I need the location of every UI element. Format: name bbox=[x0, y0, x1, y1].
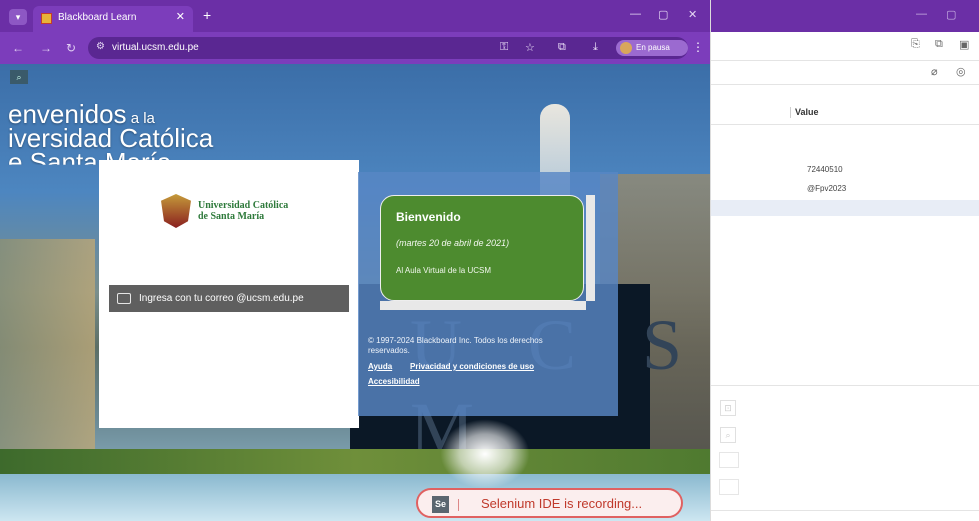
blackboard-login-page: U C S M ⌕ envenidos a la iversidad Catól… bbox=[0, 64, 710, 521]
target-picker-icon[interactable]: ⊡ bbox=[720, 400, 736, 416]
profile-status-text: En pausa bbox=[636, 43, 670, 52]
university-name: Universidad Católica de Santa María bbox=[198, 200, 348, 222]
save-project-icon[interactable]: ▣ bbox=[959, 38, 969, 51]
id-card-icon bbox=[117, 293, 131, 304]
table-row-value[interactable]: @Fpv2023 bbox=[807, 184, 846, 193]
table-row-selected[interactable] bbox=[711, 200, 979, 216]
selenium-logo-icon: Se bbox=[432, 496, 449, 513]
avatar bbox=[620, 42, 632, 54]
page-search-icon[interactable]: ⌕ bbox=[10, 70, 28, 84]
bookmark-star-icon[interactable]: ☆ bbox=[525, 41, 535, 54]
help-link[interactable]: Ayuda bbox=[368, 362, 392, 371]
announcement-title: Bienvenido bbox=[396, 210, 461, 224]
command-editor-divider bbox=[711, 385, 979, 386]
value-input[interactable] bbox=[719, 452, 739, 468]
selenium-recording-indicator[interactable]: Se Selenium IDE is recording... bbox=[416, 488, 683, 518]
toolbar-divider bbox=[711, 60, 979, 61]
password-key-icon[interactable]: ⚿ bbox=[500, 41, 508, 54]
welcome-heading-line2: iversidad Católica bbox=[8, 123, 214, 153]
announcement-vertical-scrollbar[interactable] bbox=[586, 195, 595, 301]
recording-status-text: Selenium IDE is recording... bbox=[481, 496, 643, 511]
tab-search-icon[interactable]: ▾ bbox=[9, 9, 27, 25]
toolbar-divider-2 bbox=[711, 84, 979, 85]
column-separator bbox=[790, 107, 791, 118]
profile-status-badge[interactable]: En pausa bbox=[616, 40, 688, 56]
tab-bar: ▾ Blackboard Learn ✕ + — ▢ ✕ bbox=[0, 0, 710, 32]
background-building-left bbox=[0, 239, 95, 469]
side-titlebar: — ▢ bbox=[711, 0, 979, 32]
blackboard-favicon-icon bbox=[41, 13, 52, 24]
download-icon[interactable]: ⤓ bbox=[593, 41, 598, 54]
find-target-icon[interactable]: ⌕ bbox=[720, 427, 736, 443]
browser-window: ▾ Blackboard Learn ✕ + — ▢ ✕ ← → ↻ ⚙ vir… bbox=[0, 0, 710, 521]
background-fountain-spray bbox=[440, 419, 530, 489]
login-card: Universidad Católica de Santa María Ingr… bbox=[99, 160, 359, 428]
announcement-body: Al Aula Virtual de la UCSM bbox=[396, 266, 492, 275]
table-row-value[interactable]: 72440510 bbox=[807, 165, 843, 174]
pause-exceptions-icon[interactable]: ◎ bbox=[956, 65, 966, 78]
maximize-icon[interactable]: ▢ bbox=[658, 8, 668, 21]
new-project-icon[interactable]: ⎘ bbox=[911, 38, 920, 51]
accessibility-link[interactable]: Accesibilidad bbox=[368, 377, 420, 386]
site-info-icon[interactable]: ⚙ bbox=[96, 41, 105, 52]
side-minimize-icon[interactable]: — bbox=[916, 8, 927, 20]
university-name-line2: de Santa María bbox=[198, 211, 265, 222]
sso-login-label: Ingresa con tu correo @ucsm.edu.pe bbox=[139, 293, 304, 304]
tab-blackboard[interactable]: Blackboard Learn ✕ bbox=[33, 6, 193, 32]
announcement-date: (martes 20 de abril de 2021) bbox=[396, 238, 510, 248]
toast-separator bbox=[458, 499, 459, 511]
announcement-panel: Bienvenido (martes 20 de abril de 2021) … bbox=[358, 172, 618, 416]
sso-login-button[interactable]: Ingresa con tu correo @ucsm.edu.pe bbox=[109, 285, 349, 312]
university-name-line1: Universidad Católica bbox=[198, 200, 289, 211]
address-bar: ← → ↻ ⚙ virtual.ucsm.edu.pe ⚿ ☆ ⧉ ⤓ En p… bbox=[0, 32, 710, 64]
url-text[interactable]: virtual.ucsm.edu.pe bbox=[112, 42, 199, 53]
url-omnibox[interactable]: ⚙ virtual.ucsm.edu.pe ⚿ ☆ ⧉ ⤓ En pausa ⋮ bbox=[88, 37, 704, 59]
disable-breakpoints-icon[interactable]: ⌀ bbox=[931, 65, 938, 78]
privacy-link[interactable]: Privacidad y condiciones de uso bbox=[410, 362, 534, 371]
tab-title: Blackboard Learn bbox=[58, 12, 137, 23]
close-window-icon[interactable]: ✕ bbox=[688, 8, 697, 21]
selenium-ide-panel: — ▢ ⎘ ⧉ ▣ ⌀ ◎ Value 72440510 @Fpv2023 ⊡ … bbox=[710, 0, 979, 521]
forward-icon[interactable]: → bbox=[40, 41, 52, 55]
announcement-box[interactable]: Bienvenido (martes 20 de abril de 2021) … bbox=[380, 195, 584, 301]
reload-icon[interactable]: ↻ bbox=[66, 41, 76, 55]
side-maximize-icon[interactable]: ▢ bbox=[946, 8, 956, 21]
browser-menu-icon[interactable]: ⋮ bbox=[692, 40, 704, 54]
tab-close-icon[interactable]: ✕ bbox=[176, 10, 185, 23]
value-column-header: Value bbox=[795, 107, 819, 117]
bottom-divider bbox=[711, 510, 979, 511]
open-project-icon[interactable]: ⧉ bbox=[935, 38, 943, 51]
back-icon[interactable]: ← bbox=[12, 41, 24, 55]
extensions-icon[interactable]: ⧉ bbox=[558, 41, 566, 54]
description-input[interactable] bbox=[719, 479, 739, 495]
header-divider bbox=[711, 124, 979, 125]
copyright-text: © 1997-2024 Blackboard Inc. Todos los de… bbox=[368, 336, 543, 355]
announcement-horizontal-scrollbar[interactable] bbox=[380, 301, 586, 310]
new-tab-icon[interactable]: + bbox=[203, 7, 211, 23]
minimize-icon[interactable]: — bbox=[630, 8, 641, 20]
university-crest-icon bbox=[161, 194, 191, 228]
